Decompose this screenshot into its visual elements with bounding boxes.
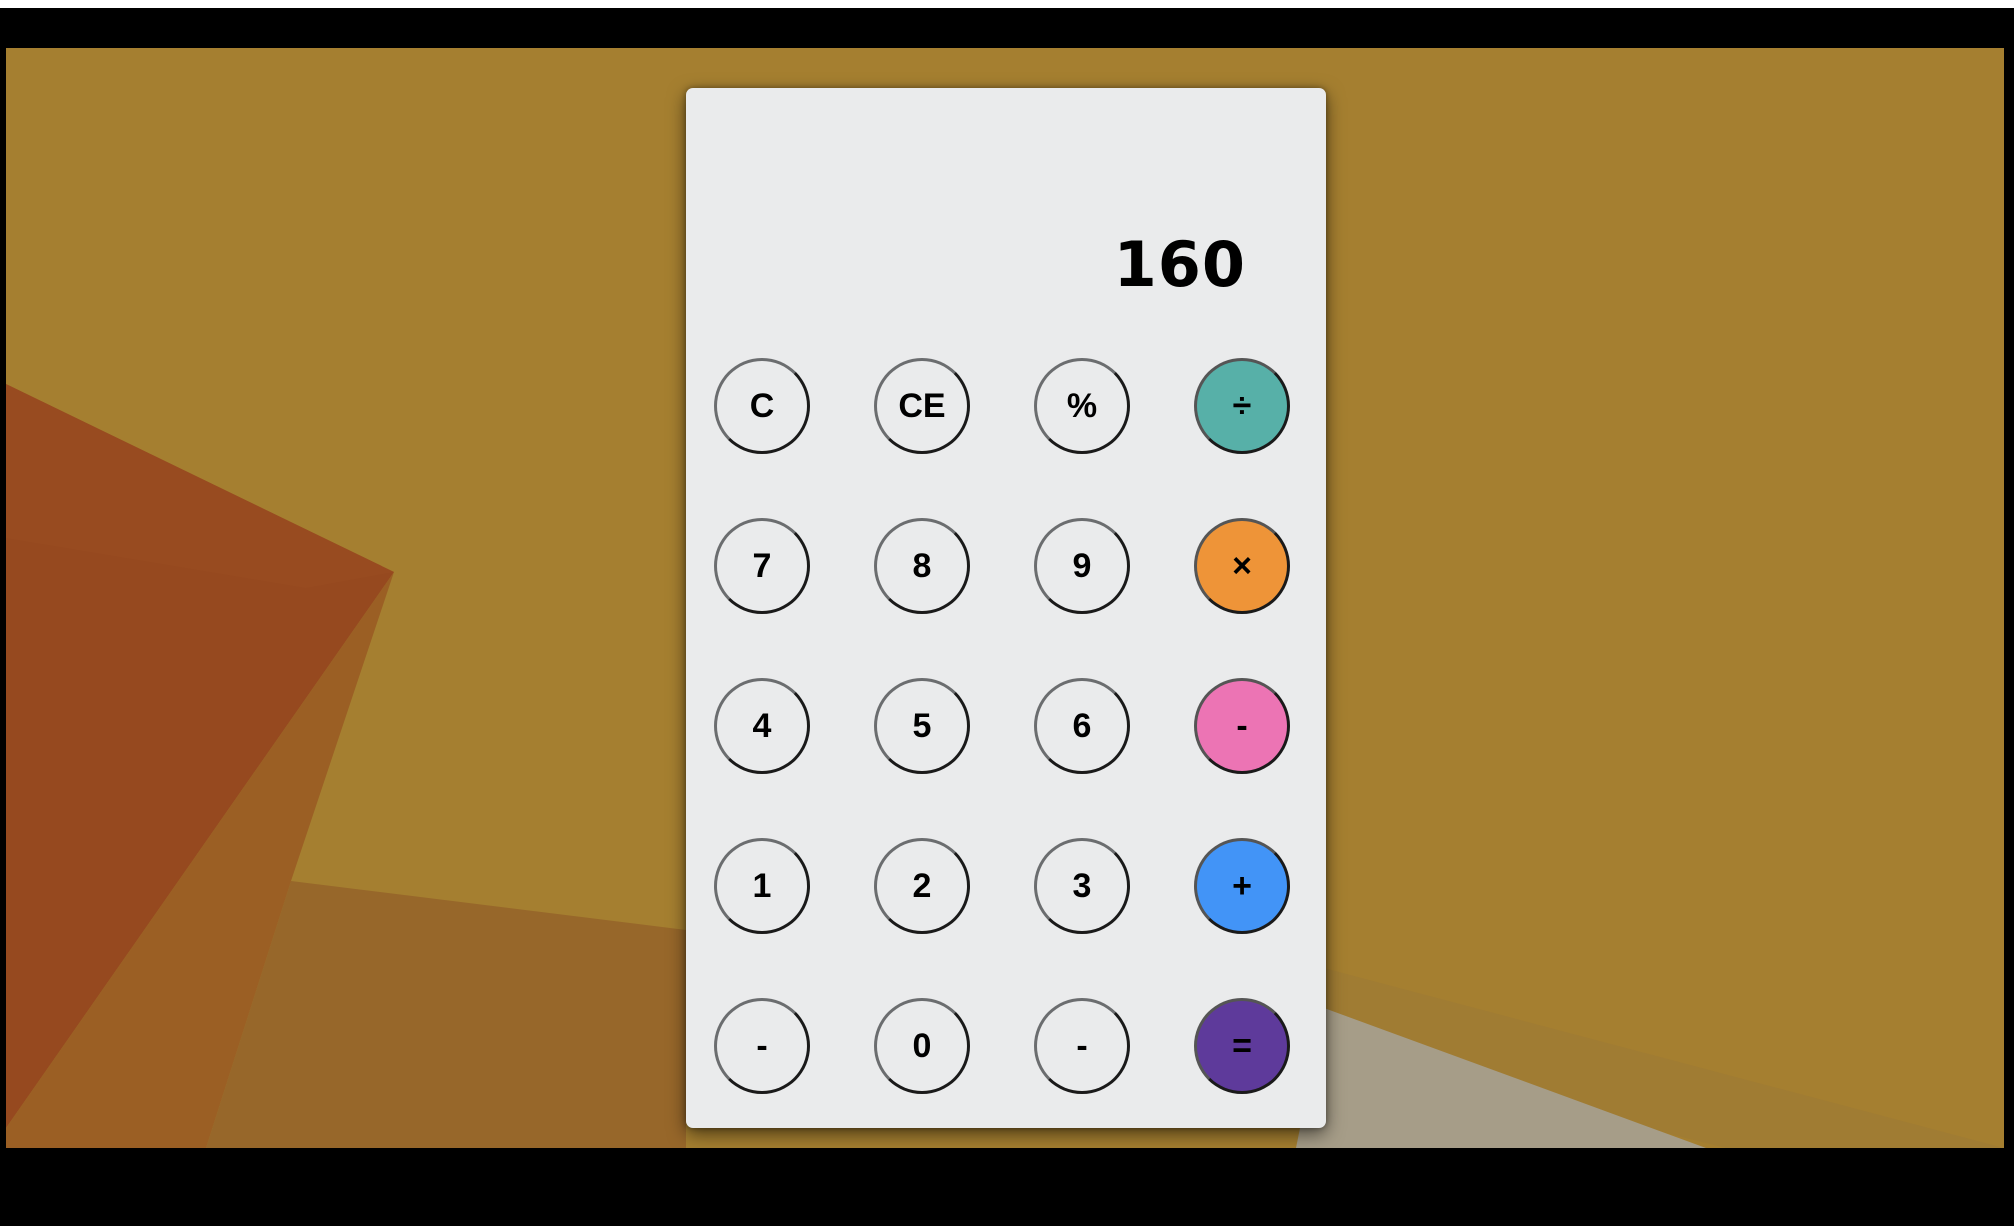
decimal-button[interactable]: - [1034,998,1130,1094]
four-button[interactable]: 4 [714,678,810,774]
calculator-display: 160 [686,88,1326,328]
nine-button[interactable]: 9 [1034,518,1130,614]
eight-button[interactable]: 8 [874,518,970,614]
zero-button[interactable]: 0 [874,998,970,1094]
top-edge [0,0,2014,8]
one-button[interactable]: 1 [714,838,810,934]
calculator-panel: 160 C CE % ÷ 7 8 9 × 4 5 6 - 1 2 3 + - 0… [686,88,1326,1128]
seven-button[interactable]: 7 [714,518,810,614]
clear-button[interactable]: C [714,358,810,454]
keypad: C CE % ÷ 7 8 9 × 4 5 6 - 1 2 3 + - 0 - = [714,358,1298,1098]
desktop-background: 160 C CE % ÷ 7 8 9 × 4 5 6 - 1 2 3 + - 0… [6,48,2004,1148]
three-button[interactable]: 3 [1034,838,1130,934]
multiply-button[interactable]: × [1194,518,1290,614]
negate-button[interactable]: - [714,998,810,1094]
percent-button[interactable]: % [1034,358,1130,454]
two-button[interactable]: 2 [874,838,970,934]
clear-entry-button[interactable]: CE [874,358,970,454]
five-button[interactable]: 5 [874,678,970,774]
add-button[interactable]: + [1194,838,1290,934]
subtract-button[interactable]: - [1194,678,1290,774]
six-button[interactable]: 6 [1034,678,1130,774]
divide-button[interactable]: ÷ [1194,358,1290,454]
equals-button[interactable]: = [1194,998,1290,1094]
display-value: 160 [1113,228,1246,301]
